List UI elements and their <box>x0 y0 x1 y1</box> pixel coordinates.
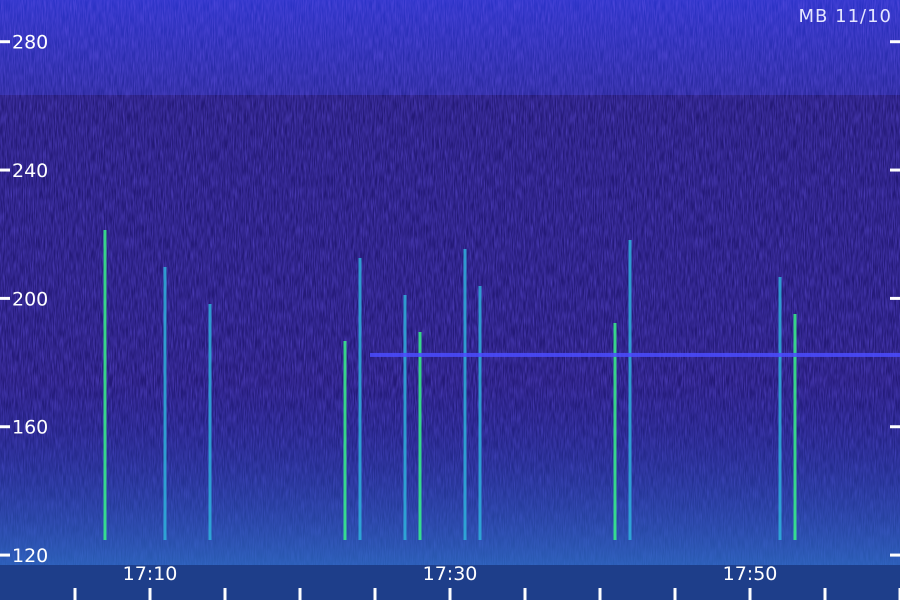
signal-streak <box>628 240 632 540</box>
signal-streak <box>343 341 347 540</box>
y-tick-label: 240 <box>12 160 48 182</box>
station-date-label: MB 11/10 <box>798 6 892 27</box>
y-tick-label: 120 <box>12 545 48 567</box>
x-tick-label: 17:10 <box>123 563 178 585</box>
horizontal-band <box>370 352 900 357</box>
y-tick-label: 200 <box>12 288 48 310</box>
signal-streak <box>103 230 107 540</box>
spectrogram: 120 160 200 240 280 17:10 17:30 17:50 <box>0 0 900 600</box>
signal-streak <box>778 277 782 540</box>
x-tick-label: 17:50 <box>723 563 778 585</box>
signal-streak <box>418 332 422 540</box>
signal-streak <box>478 286 482 540</box>
y-tick-label: 280 <box>12 32 48 54</box>
signal-streak <box>793 314 797 540</box>
x-tick-label: 17:30 <box>423 563 478 585</box>
y-tick-label: 160 <box>12 417 48 439</box>
signal-streak <box>208 304 212 540</box>
signal-streak <box>358 258 362 540</box>
signal-streak <box>463 249 467 540</box>
signal-streak <box>403 295 407 540</box>
signal-streak <box>163 267 167 540</box>
